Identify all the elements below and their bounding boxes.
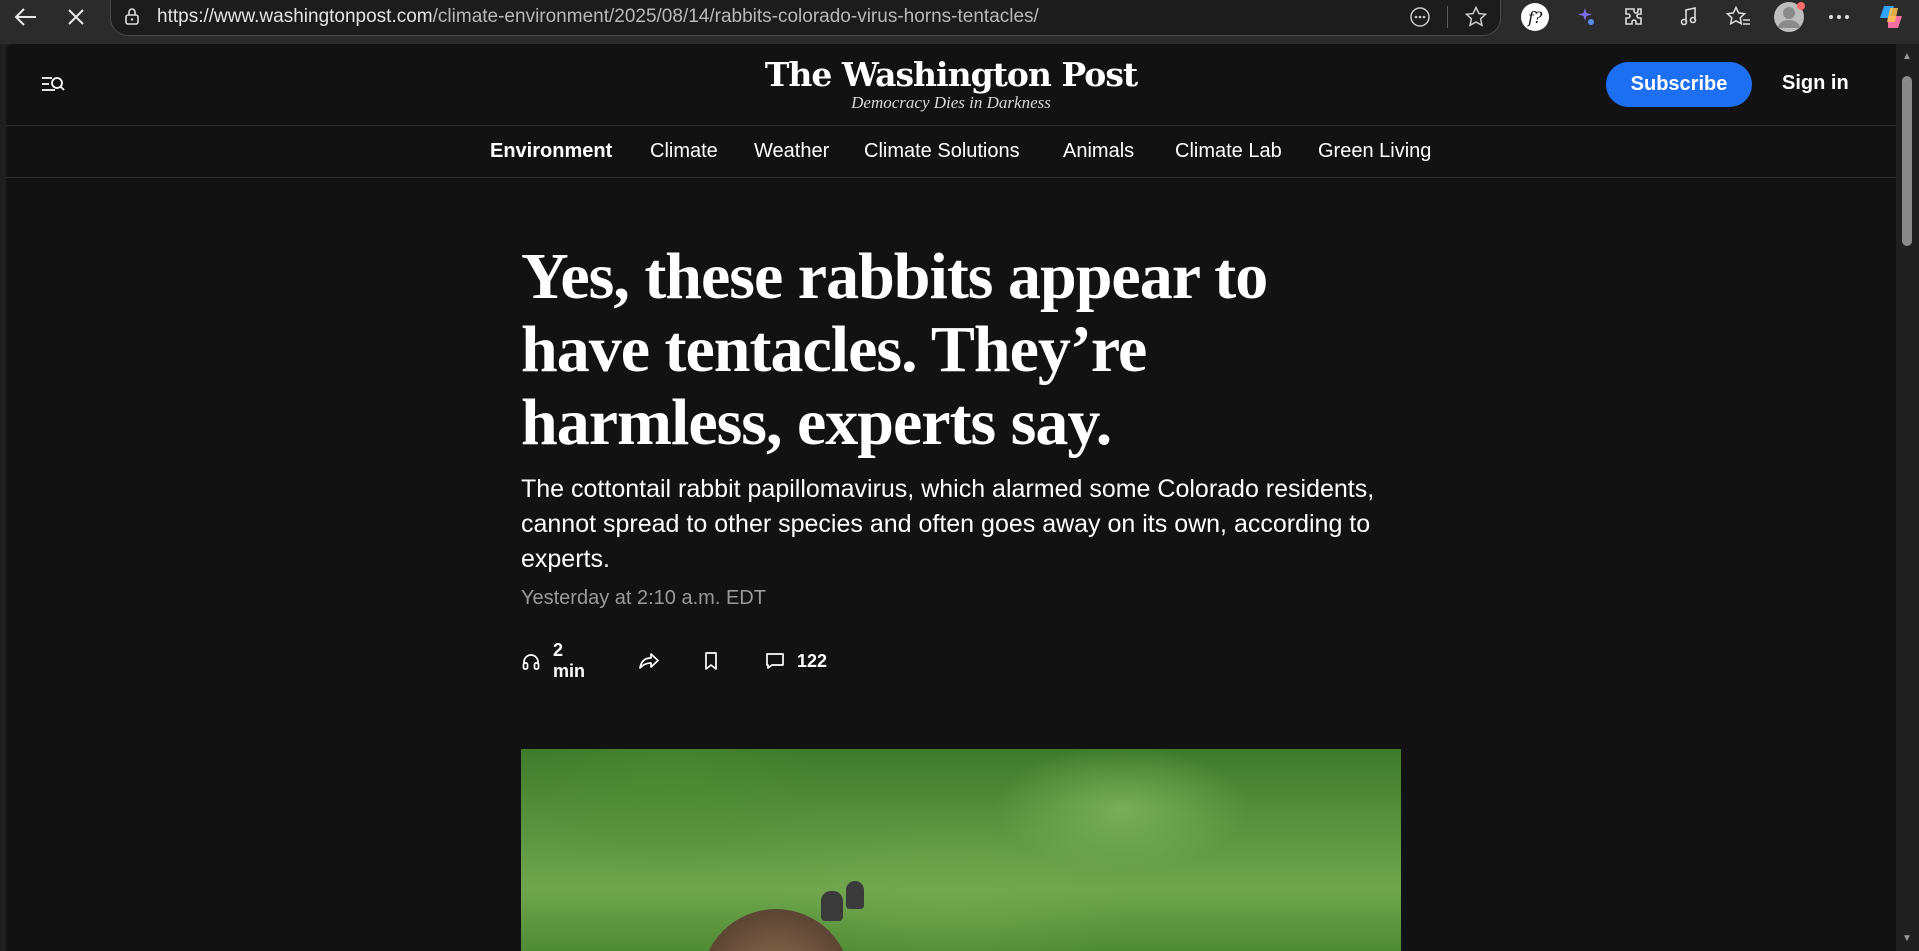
comment-icon (765, 651, 785, 671)
headphones-icon (521, 651, 541, 671)
extension-f-icon[interactable]: f? (1518, 2, 1552, 32)
share-button[interactable] (638, 646, 660, 676)
sign-in-link[interactable]: Sign in (1782, 72, 1849, 95)
bookmark-button[interactable] (703, 646, 719, 676)
stop-loading-icon[interactable] (54, 0, 98, 33)
article-dek: The cottontail rabbit papillomavirus, wh… (521, 475, 1375, 573)
site-info-icon[interactable] (123, 7, 141, 25)
comment-count: 122 (797, 650, 828, 671)
url-path: /climate-environment/2025/08/14/rabbits-… (432, 6, 1039, 27)
copilot-icon[interactable] (1874, 2, 1908, 32)
bookmark-icon (703, 651, 719, 671)
section-green-living[interactable]: Green Living (1318, 140, 1431, 163)
browser-toolbar: https://www.washingtonpost.com/climate-e… (0, 0, 1919, 44)
extension-sparkle-icon[interactable] (1568, 2, 1602, 32)
favorite-star-icon[interactable] (1463, 4, 1489, 30)
page-scrollbar[interactable]: ▲ ▼ (1896, 44, 1919, 951)
section-nav: Environment Climate Weather Climate Solu… (6, 126, 1896, 178)
section-climate[interactable]: Climate (650, 140, 718, 163)
profile-avatar-icon[interactable] (1772, 2, 1806, 32)
address-bar[interactable]: https://www.washingtonpost.com/climate-e… (110, 0, 1501, 36)
section-environment[interactable]: Environment (490, 140, 612, 163)
scroll-up-icon[interactable]: ▲ (1902, 52, 1912, 62)
growth-shape (846, 881, 864, 909)
back-icon[interactable] (4, 0, 48, 33)
scroll-down-icon[interactable]: ▼ (1902, 934, 1912, 944)
media-control-icon[interactable] (1672, 2, 1706, 32)
reader-options-icon[interactable] (1407, 4, 1433, 30)
extensions-puzzle-icon[interactable] (1617, 2, 1651, 32)
article-headline: Yes, these rabbits appear to have tentac… (521, 240, 1268, 459)
svg-text:f?: f? (1527, 8, 1543, 27)
listen-duration: 2 min (553, 640, 586, 681)
article-hero-image[interactable] (521, 749, 1401, 951)
listen-button[interactable]: 2 min (521, 640, 585, 681)
growth-shape (821, 891, 843, 921)
comments-button[interactable]: 122 (765, 646, 827, 676)
favorites-icon[interactable] (1721, 2, 1755, 32)
web-page: The Washington Post Democracy Dies in Da… (6, 44, 1896, 951)
url-host: https://www.washingtonpost.com (157, 6, 433, 27)
article-timestamp: Yesterday at 2:10 a.m. EDT (521, 587, 766, 609)
omnibox-divider (1447, 6, 1448, 28)
section-weather[interactable]: Weather (754, 140, 829, 163)
site-header: The Washington Post Democracy Dies in Da… (6, 44, 1896, 126)
section-climate-solutions[interactable]: Climate Solutions (864, 140, 1020, 163)
section-climate-lab[interactable]: Climate Lab (1175, 140, 1282, 163)
url-text[interactable]: https://www.washingtonpost.com/climate-e… (157, 6, 1039, 28)
section-animals[interactable]: Animals (1063, 140, 1134, 163)
more-menu-icon[interactable] (1822, 2, 1856, 32)
share-icon (638, 651, 660, 671)
subscribe-button[interactable]: Subscribe (1606, 62, 1752, 107)
scroll-thumb[interactable] (1902, 76, 1912, 246)
